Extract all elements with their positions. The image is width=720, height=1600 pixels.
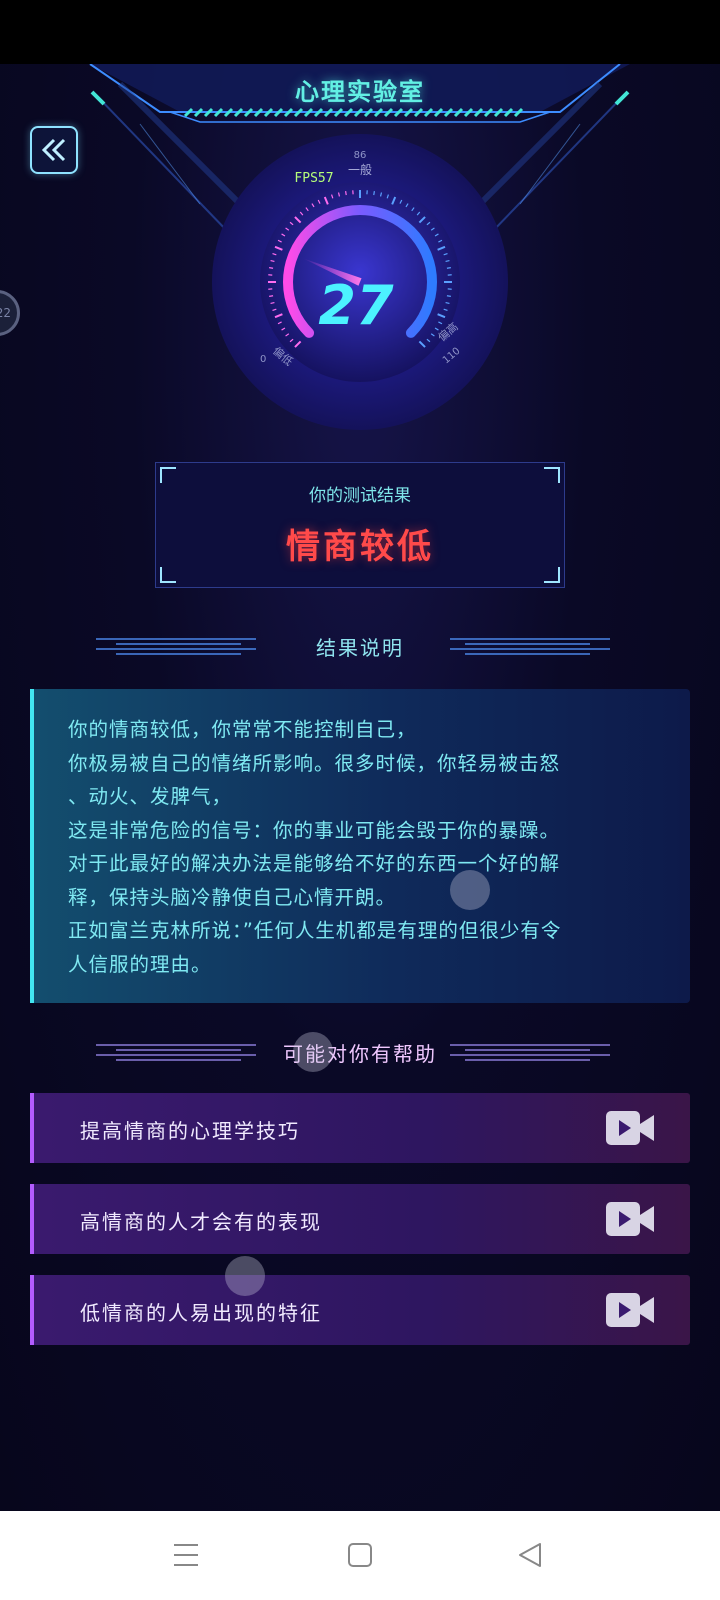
back-button[interactable] [30,126,78,174]
heading-lines-right [450,638,610,655]
corner-decoration [544,567,560,583]
gauge-tick [269,295,274,297]
help-item-label: 高情商的人才会有的表现 [80,1210,322,1234]
test-result-box: 你的测试结果 情商较低 [155,462,565,588]
explanation-heading: 结果说明 [0,624,720,664]
side-handle-text: 22 [0,306,11,320]
help-heading: 可能对你有帮助 [0,1030,720,1070]
gauge-fps-label: FPS57 [294,171,333,186]
double-chevron-left-icon [41,138,66,162]
touch-indicator [450,870,490,910]
app-screen: 心理实验室 22 [0,64,720,1511]
gauge-value: 27 [318,274,394,337]
gauge-tick [446,295,451,297]
touch-indicator [293,1032,333,1072]
status-bar [0,0,720,64]
help-item-eq-skills[interactable]: 提高情商的心理学技巧 [30,1093,690,1163]
nav-back-button[interactable] [510,1537,550,1573]
menu-icon [174,1544,198,1566]
gauge-top-label: 一般 [348,162,372,177]
help-heading-text: 可能对你有帮助 [283,1042,437,1066]
gauge-left-value: 0 [260,354,266,365]
video-camera-icon[interactable] [606,1201,656,1237]
gauge-tick [269,267,274,269]
corner-decoration [160,567,176,583]
explanation-line: 、动火、发脾气， [68,785,233,808]
gauge-tick [345,191,347,196]
explanation-line: 释，保持头脑冷静使自己心情开朗。 [68,885,397,909]
explanation-line: 你极易被自己的情绪所影响。很多时候，你轻易被击怒 [68,751,561,775]
explanation-line: 正如富兰克林所说：”任何人生机都是有理的但很少有令 [68,919,562,942]
help-item-high-eq[interactable]: 高情商的人才会有的表现 [30,1184,690,1254]
touch-indicator [225,1256,265,1296]
heading-lines-right [450,1044,610,1061]
gauge-tick [373,191,375,196]
explanation-line: 这是非常危险的信号：你的事业可能会毁于你的暴躁。 [68,818,561,842]
floating-side-handle[interactable]: 22 [0,290,20,336]
explanation-heading-text: 结果说明 [316,636,404,660]
video-camera-icon[interactable] [606,1292,656,1328]
explanation-line: 对于此最好的解决办法是能够给不好的东西一个好的解 [68,852,561,875]
explanation-line: 你的情商较低，你常常不能控制自己， [68,718,417,741]
explanation-text: 你的情商较低，你常常不能控制自己， 你极易被自己的情绪所影响。很多时候，你轻易被… [68,713,668,981]
explanation-card: 你的情商较低，你常常不能控制自己， 你极易被自己的情绪所影响。很多时候，你轻易被… [30,689,690,1003]
back-triangle-icon [519,1543,541,1567]
result-label: 你的测试结果 [309,486,411,506]
home-icon [348,1543,372,1567]
nav-home-button[interactable] [340,1537,380,1573]
help-item-label: 提高情商的心理学技巧 [80,1119,300,1143]
video-camera-icon[interactable] [606,1110,656,1146]
nav-menu-button[interactable] [166,1537,206,1573]
system-nav-bar [0,1511,720,1600]
gauge-top-mark: 86 [354,150,367,161]
eq-gauge: FPS57 86 一般 27 偏低 0 偏高 110 [212,134,508,430]
page-title: 心理实验室 [295,78,425,106]
gauge-tick [446,267,451,269]
help-item-low-eq[interactable]: 低情商的人易出现的特征 [30,1275,690,1345]
explanation-line: 人信服的理由。 [68,952,212,976]
result-value: 情商较低 [286,527,434,567]
help-item-label: 低情商的人易出现的特征 [80,1301,322,1325]
